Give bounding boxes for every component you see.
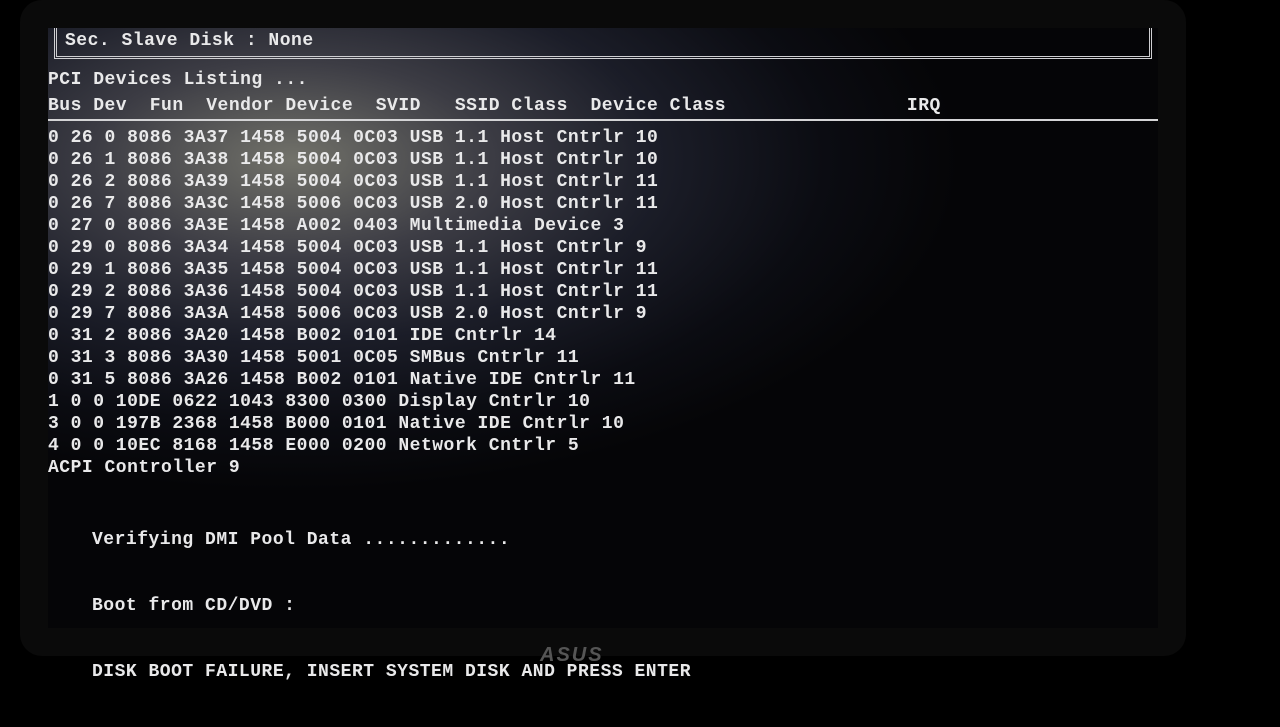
pci-listing-title: PCI Devices Listing ... bbox=[48, 69, 1158, 91]
pci-devices-table: 0 26 0 8086 3A37 1458 5004 0C03 USB 1.1 … bbox=[48, 127, 658, 479]
verify-dmi-line: Verifying DMI Pool Data ............. bbox=[92, 529, 1158, 551]
table-row: 0 26 1 8086 3A38 1458 5004 0C03 USB 1.1 … bbox=[48, 149, 658, 171]
header-divider bbox=[48, 119, 1158, 121]
boot-messages: Verifying DMI Pool Data ............. Bo… bbox=[92, 485, 1158, 727]
table-row: 0 29 2 8086 3A36 1458 5004 0C03 USB 1.1 … bbox=[48, 281, 658, 303]
sec-slave-line: Sec. Slave Disk : None bbox=[65, 31, 314, 51]
table-row: 0 29 1 8086 3A35 1458 5004 0C03 USB 1.1 … bbox=[48, 259, 658, 281]
table-row: 0 31 2 8086 3A20 1458 B002 0101 IDE Cntr… bbox=[48, 325, 658, 347]
monitor-bezel: Sec. Slave Disk : None PCI Devices Listi… bbox=[20, 0, 1186, 656]
drive-detect-box: Sec. Slave Disk : None bbox=[54, 28, 1152, 59]
boot-source-line: Boot from CD/DVD : bbox=[92, 595, 1158, 617]
table-row: 0 31 5 8086 3A26 1458 B002 0101 Native I… bbox=[48, 369, 658, 391]
table-row: 4 0 0 10EC 8168 1458 E000 0200 Network C… bbox=[48, 435, 658, 457]
table-row: 0 29 0 8086 3A34 1458 5004 0C03 USB 1.1 … bbox=[48, 237, 658, 259]
table-row: 1 0 0 10DE 0622 1043 8300 0300 Display C… bbox=[48, 391, 658, 413]
monitor-brand-logo: ASUS bbox=[540, 644, 604, 667]
table-row: 3 0 0 197B 2368 1458 B000 0101 Native ID… bbox=[48, 413, 658, 435]
bios-screen: Sec. Slave Disk : None PCI Devices Listi… bbox=[48, 28, 1158, 628]
table-row: 0 26 2 8086 3A39 1458 5004 0C03 USB 1.1 … bbox=[48, 171, 658, 193]
table-row: ACPI Controller 9 bbox=[48, 457, 658, 479]
table-row: 0 26 7 8086 3A3C 1458 5006 0C03 USB 2.0 … bbox=[48, 193, 658, 215]
pci-table-header: Bus Dev Fun Vendor Device SVID SSID Clas… bbox=[48, 95, 1158, 117]
table-row: 0 26 0 8086 3A37 1458 5004 0C03 USB 1.1 … bbox=[48, 127, 658, 149]
table-row: 0 31 3 8086 3A30 1458 5001 0C05 SMBus Cn… bbox=[48, 347, 658, 369]
table-row: 0 29 7 8086 3A3A 1458 5006 0C03 USB 2.0 … bbox=[48, 303, 658, 325]
boot-failure-line: DISK BOOT FAILURE, INSERT SYSTEM DISK AN… bbox=[92, 661, 1158, 683]
table-row: 0 27 0 8086 3A3E 1458 A002 0403 Multimed… bbox=[48, 215, 658, 237]
